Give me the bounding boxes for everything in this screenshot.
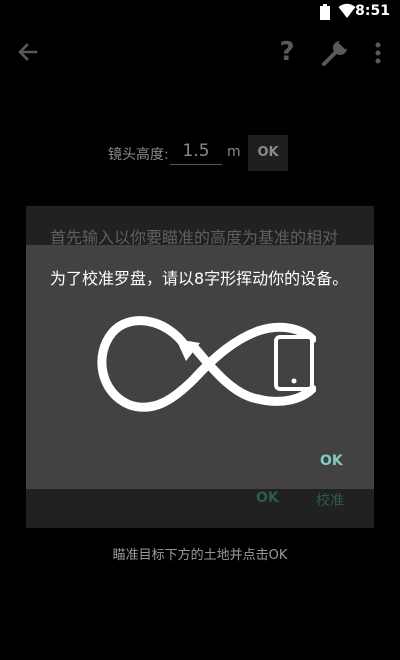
- app-screen: 8:51 ? 镜头高度: m OK 首先输入以你要瞄准的高度为基准的相对 OK …: [0, 0, 400, 660]
- lens-height-input[interactable]: [170, 138, 222, 165]
- calibration-dialog-ok-button[interactable]: OK: [320, 453, 343, 469]
- lens-height-ok-button[interactable]: OK: [248, 135, 288, 171]
- background-dialog-calibrate-button[interactable]: 校准: [316, 490, 344, 510]
- lens-height-label: 镜头高度:: [108, 147, 169, 163]
- lens-height-row: 镜头高度: m OK: [0, 134, 400, 172]
- calibration-dialog-message: 为了校准罗盘，请以8字形挥动你的设备。: [50, 269, 349, 288]
- back-arrow-icon[interactable]: [14, 38, 42, 66]
- status-bar: 8:51: [0, 0, 400, 24]
- battery-icon: [320, 4, 330, 20]
- more-vert-icon[interactable]: [366, 38, 390, 68]
- background-dialog-ok-button[interactable]: OK: [256, 490, 279, 506]
- calibration-dialog: 为了校准罗盘，请以8字形挥动你的设备。 OK: [26, 245, 374, 489]
- bottom-hint-text: 瞄准目标下方的土地并点击OK: [112, 548, 288, 563]
- help-button[interactable]: ?: [272, 36, 302, 68]
- status-time: 8:51: [355, 3, 390, 19]
- figure-eight-phone-icon: [97, 316, 316, 412]
- wifi-icon: [338, 3, 356, 18]
- lens-height-unit: m: [227, 144, 241, 160]
- toolbar: ?: [0, 24, 400, 80]
- wrench-icon[interactable]: [320, 38, 350, 68]
